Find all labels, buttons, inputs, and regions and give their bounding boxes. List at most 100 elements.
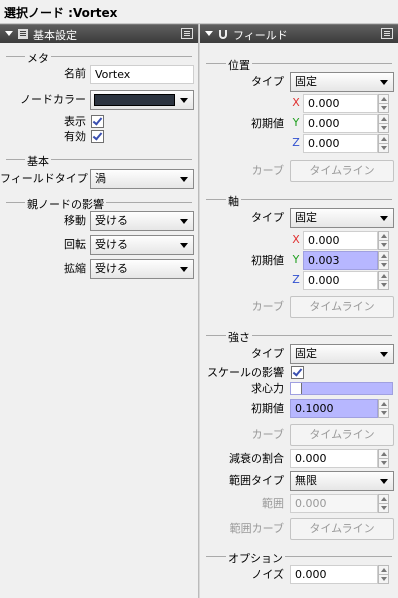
axis-x-spinner[interactable] <box>378 231 389 250</box>
options-section-header: オプション <box>200 550 398 566</box>
spin-up-icon[interactable] <box>381 497 387 501</box>
range-label: 範囲 <box>262 497 284 510</box>
magnet-icon <box>219 30 227 39</box>
decay-spinner[interactable] <box>378 449 389 468</box>
selected-value: 固定 <box>295 75 317 88</box>
spin-up-icon[interactable] <box>381 137 387 141</box>
selected-value: 無限 <box>295 474 317 487</box>
spin-down-icon[interactable] <box>381 146 387 150</box>
name-label: 名前 <box>64 67 86 80</box>
spin-down-icon[interactable] <box>381 243 387 247</box>
axis-y-input[interactable]: 0.003 <box>303 251 378 270</box>
range-type-select[interactable]: 無限 <box>290 471 394 491</box>
spin-up-icon[interactable] <box>381 402 387 406</box>
noise-input[interactable]: 0.000 <box>290 565 378 584</box>
axis-initial-label: 初期値 <box>251 254 284 267</box>
axis-curve-label: カーブ <box>251 300 284 313</box>
range-timeline-button[interactable]: タイムライン <box>290 518 394 540</box>
spin-down-icon[interactable] <box>381 283 387 287</box>
node-color-picker[interactable] <box>90 90 194 110</box>
decay-input[interactable]: 0.000 <box>290 449 378 468</box>
strength-type-select[interactable]: 固定 <box>290 344 394 364</box>
node-color-label: ノードカラー <box>20 93 86 106</box>
axis-z-spinner[interactable] <box>378 271 389 290</box>
axis-x-input[interactable]: 0.000 <box>303 231 378 250</box>
range-spinner[interactable] <box>378 494 389 513</box>
spin-up-icon[interactable] <box>381 234 387 238</box>
position-curve-label: カーブ <box>251 164 284 177</box>
selected-value: 固定 <box>295 211 317 224</box>
collapse-arrow-icon[interactable] <box>5 31 13 36</box>
spin-up-icon[interactable] <box>381 274 387 278</box>
section-title: 軸 <box>226 193 241 209</box>
position-z-spinner[interactable] <box>378 134 389 153</box>
parent-influence-section-header: 親ノードの影響 <box>0 196 198 212</box>
strength-initial-spinner[interactable] <box>378 399 389 418</box>
chevron-down-icon <box>180 177 188 182</box>
position-x-spinner[interactable] <box>378 94 389 113</box>
chevron-down-icon <box>180 219 188 224</box>
axis-type-select[interactable]: 固定 <box>290 208 394 228</box>
check-icon <box>92 130 103 141</box>
range-curve-label: 範囲カーブ <box>229 522 284 535</box>
spin-up-icon[interactable] <box>381 97 387 101</box>
field-type-select[interactable]: 渦 <box>90 169 194 189</box>
axis-section-header: 軸 <box>200 193 398 209</box>
axis-z-input[interactable]: 0.000 <box>303 271 378 290</box>
position-z-input[interactable]: 0.000 <box>303 134 378 153</box>
position-x-input[interactable]: 0.000 <box>303 94 378 113</box>
collapse-arrow-icon[interactable] <box>205 31 213 36</box>
rotate-influence-select[interactable]: 受ける <box>90 235 194 255</box>
section-title: 位置 <box>226 57 252 73</box>
spin-up-icon[interactable] <box>381 452 387 456</box>
visible-checkbox[interactable] <box>91 115 104 128</box>
field-panel-header[interactable]: フィールド <box>200 24 398 43</box>
enabled-checkbox[interactable] <box>91 130 104 143</box>
spin-down-icon[interactable] <box>381 126 387 130</box>
decay-label: 減衰の割合 <box>229 452 284 465</box>
basic-settings-panel-header[interactable]: 基本設定 <box>0 24 198 43</box>
spin-down-icon[interactable] <box>381 263 387 267</box>
section-title: メタ <box>25 50 51 66</box>
chevron-down-icon <box>180 243 188 248</box>
centripetal-checkbox[interactable] <box>290 382 393 395</box>
position-y-input[interactable]: 0.000 <box>303 114 378 133</box>
x-axis-label: X <box>292 96 300 109</box>
section-title: 親ノードの影響 <box>25 196 106 212</box>
selected-value: 受ける <box>95 262 128 275</box>
panel-menu-icon[interactable] <box>181 28 193 39</box>
check-icon <box>292 366 303 377</box>
panel-menu-icon[interactable] <box>381 28 393 39</box>
spin-down-icon[interactable] <box>381 577 387 581</box>
spin-up-icon[interactable] <box>381 568 387 572</box>
spin-down-icon[interactable] <box>381 106 387 110</box>
selected-value: 受ける <box>95 238 128 251</box>
position-y-spinner[interactable] <box>378 114 389 133</box>
strength-initial-input[interactable]: 0.1000 <box>290 399 378 418</box>
scale-label: 拡縮 <box>64 262 86 275</box>
spin-down-icon[interactable] <box>381 461 387 465</box>
strength-timeline-button[interactable]: タイムライン <box>290 424 394 446</box>
axis-timeline-button[interactable]: タイムライン <box>290 296 394 318</box>
scale-influence-checkbox[interactable] <box>291 366 304 379</box>
noise-spinner[interactable] <box>378 565 389 584</box>
spin-up-icon[interactable] <box>381 254 387 258</box>
chevron-down-icon <box>180 98 188 103</box>
spin-down-icon[interactable] <box>381 506 387 510</box>
name-input[interactable]: Vortex <box>90 65 194 84</box>
range-input[interactable]: 0.000 <box>290 494 378 513</box>
scale-influence-select[interactable]: 受ける <box>90 259 194 279</box>
move-influence-select[interactable]: 受ける <box>90 211 194 231</box>
spin-down-icon[interactable] <box>381 411 387 415</box>
position-initial-label: 初期値 <box>251 117 284 130</box>
panel-title: 基本設定 <box>33 29 77 42</box>
panel-title: フィールド <box>233 29 288 42</box>
axis-y-spinner[interactable] <box>378 251 389 270</box>
spin-up-icon[interactable] <box>381 117 387 121</box>
position-timeline-button[interactable]: タイムライン <box>290 160 394 182</box>
chevron-down-icon <box>380 216 388 221</box>
range-type-label: 範囲タイプ <box>229 474 284 487</box>
section-title: 強さ <box>226 329 252 345</box>
chevron-down-icon <box>380 80 388 85</box>
position-type-select[interactable]: 固定 <box>290 72 394 92</box>
